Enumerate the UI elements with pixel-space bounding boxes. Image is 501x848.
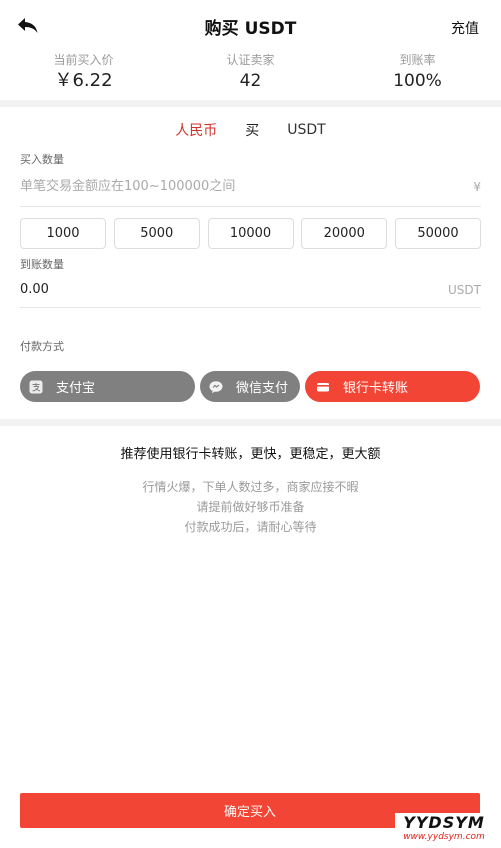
watermark-sub-text: www.yydsym.com bbox=[403, 832, 485, 842]
recommendation-text: 推荐使用银行卡转账，更快，更稳定，更大额 bbox=[120, 447, 381, 462]
stat-label: 认证卖家 bbox=[226, 53, 275, 67]
stat-current-price: 当前买入价 ￥6.22 bbox=[0, 52, 167, 100]
buy-amount-input[interactable] bbox=[20, 179, 420, 194]
wechat-icon bbox=[209, 380, 223, 394]
alipay-icon bbox=[29, 380, 43, 394]
fiat-currency-label[interactable]: 人民币 bbox=[175, 120, 217, 140]
payment-option-bank-card[interactable]: 银行卡转账 bbox=[305, 371, 480, 402]
quick-amount-button[interactable]: 1000 bbox=[20, 218, 106, 249]
quick-amount-button[interactable]: 20000 bbox=[301, 218, 388, 249]
section-divider bbox=[0, 419, 501, 426]
bank-card-icon bbox=[316, 380, 330, 394]
buy-amount-label: 买入数量 bbox=[20, 153, 64, 166]
payment-methods: 支付宝 微信支付 银行卡转账 bbox=[20, 371, 481, 402]
trade-direction: 人民币 买 USDT bbox=[0, 107, 501, 153]
quick-amount-button[interactable]: 5000 bbox=[113, 218, 200, 249]
payment-option-label: 支付宝 bbox=[56, 381, 96, 396]
quick-amount-button[interactable]: 10000 bbox=[207, 218, 294, 249]
stat-label: 当前买入价 bbox=[53, 53, 114, 67]
receive-amount-value: 0.00 bbox=[20, 282, 49, 297]
payment-option-label: 微信支付 bbox=[236, 381, 289, 396]
notice-line: 请提前做好够币准备 bbox=[196, 500, 305, 514]
notice-list: 行情火爆，下单人数过多，商家应接不暇 请提前做好够币准备 付款成功后，请耐心等待 bbox=[0, 477, 501, 537]
receive-amount-label: 到账数量 bbox=[20, 258, 64, 271]
watermark-main-text: YYDSYM bbox=[403, 813, 485, 832]
section-divider bbox=[0, 100, 501, 107]
quick-amounts: 1000 5000 10000 20000 50000 bbox=[20, 218, 481, 249]
watermark-logo: YYDSYM www.yydsym.com bbox=[395, 813, 493, 845]
price-stats: 当前买入价 ￥6.22 认证卖家 42 到账率 100% bbox=[0, 52, 501, 100]
page-title: 购买 USDT bbox=[204, 18, 297, 39]
usdt-unit: USDT bbox=[448, 282, 481, 297]
stat-value: ￥6.22 bbox=[54, 70, 113, 91]
payment-option-label: 银行卡转账 bbox=[343, 381, 409, 396]
top-bar: 购买 USDT 充值 bbox=[0, 0, 501, 52]
back-arrow-icon[interactable] bbox=[16, 14, 40, 38]
quick-amount-button[interactable]: 50000 bbox=[395, 218, 481, 249]
coin-label[interactable]: USDT bbox=[287, 122, 325, 138]
stat-arrival-rate: 到账率 100% bbox=[334, 52, 501, 100]
notice-line: 行情火爆，下单人数过多，商家应接不暇 bbox=[142, 480, 359, 494]
stat-value: 100% bbox=[393, 71, 442, 91]
payment-method-label: 付款方式 bbox=[20, 340, 64, 353]
stat-label: 到账率 bbox=[399, 53, 436, 67]
buy-amount-row: ¥ bbox=[20, 167, 481, 207]
receive-amount-row: 0.00 USDT bbox=[20, 272, 481, 308]
yuan-unit: ¥ bbox=[473, 179, 481, 194]
stat-value: 42 bbox=[239, 71, 262, 91]
stat-verified-sellers: 认证卖家 42 bbox=[167, 52, 334, 100]
payment-option-alipay[interactable]: 支付宝 bbox=[20, 371, 195, 402]
order-form: 买入数量 ¥ 1000 5000 10000 20000 50000 到账数量 … bbox=[0, 153, 501, 402]
recharge-link[interactable]: 充值 bbox=[451, 18, 479, 38]
notice-line: 付款成功后，请耐心等待 bbox=[184, 520, 317, 534]
payment-option-wechat[interactable]: 微信支付 bbox=[200, 371, 300, 402]
trade-action-label: 买 bbox=[245, 123, 260, 139]
